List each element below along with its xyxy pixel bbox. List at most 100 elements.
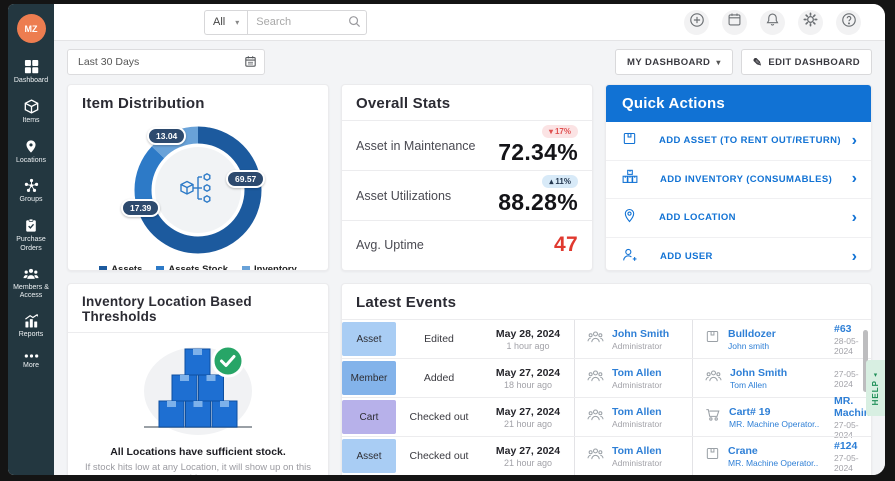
- group-icon: [587, 330, 604, 349]
- cube-icon: [24, 99, 39, 114]
- event-date: May 27, 202418 hour ago: [482, 359, 574, 397]
- sidebar-item-label: Purchase Orders: [8, 236, 54, 254]
- arrow-down-icon: ▾: [549, 127, 553, 136]
- stat-row-maintenance: Asset in Maintenance ▾17% 72.34%: [342, 120, 592, 170]
- edit-dashboard-label: EDIT DASHBOARD: [768, 57, 860, 68]
- trend-down-badge: ▾17%: [542, 125, 578, 138]
- help-tab[interactable]: HELP ▴: [866, 360, 885, 416]
- edit-dashboard-button[interactable]: ✎ EDIT DASHBOARD: [741, 49, 872, 75]
- sidebar-item-reports[interactable]: Reports: [8, 314, 54, 340]
- donut-label-inventory: 13.04: [147, 127, 186, 145]
- legend-swatch: [99, 266, 107, 272]
- latest-events-card: Latest Events Asset Edited May 28, 20241…: [341, 283, 872, 475]
- event-row[interactable]: Cart Checked out May 27, 202421 hour ago…: [342, 397, 871, 436]
- sidebar-item-items[interactable]: Items: [8, 99, 54, 126]
- more-dots-icon: [24, 353, 39, 359]
- event-row[interactable]: Asset Edited May 28, 20241 hour ago John…: [342, 319, 871, 358]
- sidebar-item-label: Reports: [19, 331, 44, 340]
- event-item[interactable]: BulldozerJohn smith: [692, 320, 834, 358]
- calendar-button[interactable]: [722, 10, 747, 35]
- quick-action-add-location[interactable]: ADD LOCATION ›: [606, 199, 871, 238]
- event-item[interactable]: CraneMR. Machine Operator..: [692, 437, 834, 475]
- inventory-stack-icon: [622, 169, 638, 189]
- event-reference[interactable]: #12427-05-2024: [834, 437, 871, 475]
- search-scope-select[interactable]: All ▾: [204, 10, 247, 35]
- add-button[interactable]: [684, 10, 709, 35]
- overall-stats-title: Overall Stats: [342, 85, 592, 120]
- chevron-right-icon: ›: [852, 210, 857, 226]
- date-range-input[interactable]: [67, 49, 265, 75]
- help-button[interactable]: [836, 10, 861, 35]
- quick-action-add-asset[interactable]: ADD ASSET (TO RENT OUT/RETURN) ›: [606, 122, 871, 161]
- bell-icon: [765, 12, 780, 32]
- chevron-right-icon: ›: [852, 171, 857, 187]
- app-window: MZ Dashboard Items Locations Groups Purc…: [8, 4, 885, 475]
- sidebar-item-groups[interactable]: Groups: [8, 178, 54, 205]
- thresholds-headline: All Locations have sufficient stock.: [78, 446, 318, 458]
- gear-icon: [803, 12, 818, 32]
- event-type-badge: Asset: [342, 322, 396, 356]
- group-icon: [705, 369, 722, 388]
- quick-action-add-inventory[interactable]: ADD INVENTORY (CONSUMABLES) ›: [606, 161, 871, 200]
- avatar[interactable]: MZ: [17, 14, 46, 43]
- main-area: All ▾: [54, 4, 885, 475]
- donut-center-illustration: [155, 147, 241, 233]
- location-pin-icon: [24, 139, 38, 154]
- stat-row-uptime: Avg. Uptime 47: [342, 220, 592, 268]
- chevron-right-icon: ›: [852, 249, 857, 265]
- item-distribution-donut: 13.04 69.57 17.39: [123, 122, 273, 258]
- legend-swatch: [242, 266, 250, 272]
- help-arrow-icon: ▴: [872, 370, 879, 378]
- pencil-icon: ✎: [753, 56, 763, 69]
- sidebar-item-label: Items: [22, 117, 39, 126]
- event-user[interactable]: Tom AllenAdministrator: [574, 359, 692, 397]
- trend-up-badge: ▴11%: [542, 175, 578, 188]
- event-item[interactable]: Cart# 19MR. Machine Operator..: [692, 398, 834, 436]
- my-dashboard-label: MY DASHBOARD: [627, 57, 710, 68]
- thresholds-title: Inventory Location Based Thresholds: [68, 284, 328, 333]
- legend-item-assets: Assets: [99, 264, 142, 271]
- sidebar-item-locations[interactable]: Locations: [8, 139, 54, 166]
- event-date: May 27, 202421 hour ago: [482, 398, 574, 436]
- sidebar-item-dashboard[interactable]: Dashboard: [8, 59, 54, 86]
- legend-swatch: [156, 266, 164, 272]
- clipboard-check-icon: [24, 218, 38, 233]
- top-bar-actions: [684, 10, 861, 35]
- event-type-badge: Cart: [342, 400, 396, 434]
- arrow-up-icon: ▴: [549, 177, 553, 186]
- my-dashboard-dropdown[interactable]: MY DASHBOARD ▾: [615, 49, 733, 75]
- asset-hierarchy-icon: [179, 172, 217, 209]
- event-row[interactable]: Member Added May 27, 202418 hour ago Tom…: [342, 358, 871, 397]
- event-type-badge: Member: [342, 361, 396, 395]
- event-type-badge: Asset: [342, 439, 396, 473]
- sidebar-item-label: Dashboard: [14, 77, 48, 86]
- date-range-picker[interactable]: [67, 49, 265, 75]
- package-icon: [705, 329, 720, 349]
- notifications-button[interactable]: [760, 10, 785, 35]
- location-pin-icon: [622, 208, 637, 228]
- legend-item-assets-stock: Assets Stock: [156, 264, 228, 271]
- group-icon: [587, 408, 604, 427]
- event-row[interactable]: Asset Checked out May 27, 202421 hour ag…: [342, 436, 871, 475]
- settings-button[interactable]: [798, 10, 823, 35]
- dashboard-content: MY DASHBOARD ▾ ✎ EDIT DASHBOARD Item Dis…: [54, 41, 885, 475]
- package-icon: [705, 446, 720, 466]
- quick-action-add-user[interactable]: ADD USER ›: [606, 238, 871, 272]
- event-user[interactable]: Tom AllenAdministrator: [574, 437, 692, 475]
- sidebar-item-members-access[interactable]: Members & Access: [8, 267, 54, 302]
- donut-label-assets-stock: 17.39: [121, 199, 160, 217]
- quick-action-label: ADD LOCATION: [659, 212, 736, 223]
- sidebar-item-label: Members & Access: [8, 284, 54, 302]
- help-tab-label: HELP: [871, 380, 880, 405]
- sidebar-item-label: Groups: [20, 196, 43, 205]
- event-user[interactable]: John SmithAdministrator: [574, 320, 692, 358]
- sidebar-item-purchase-orders[interactable]: Purchase Orders: [8, 218, 54, 254]
- event-item[interactable]: John SmithTom Allen: [692, 359, 834, 397]
- sidebar-item-more[interactable]: More: [8, 353, 54, 371]
- calendar-icon: [727, 12, 742, 32]
- event-user[interactable]: Tom AllenAdministrator: [574, 398, 692, 436]
- stock-boxes-illustration: [118, 424, 278, 441]
- latest-events-title: Latest Events: [342, 284, 871, 319]
- quick-action-label: ADD ASSET (TO RENT OUT/RETURN): [659, 135, 841, 146]
- members-icon: [23, 267, 39, 281]
